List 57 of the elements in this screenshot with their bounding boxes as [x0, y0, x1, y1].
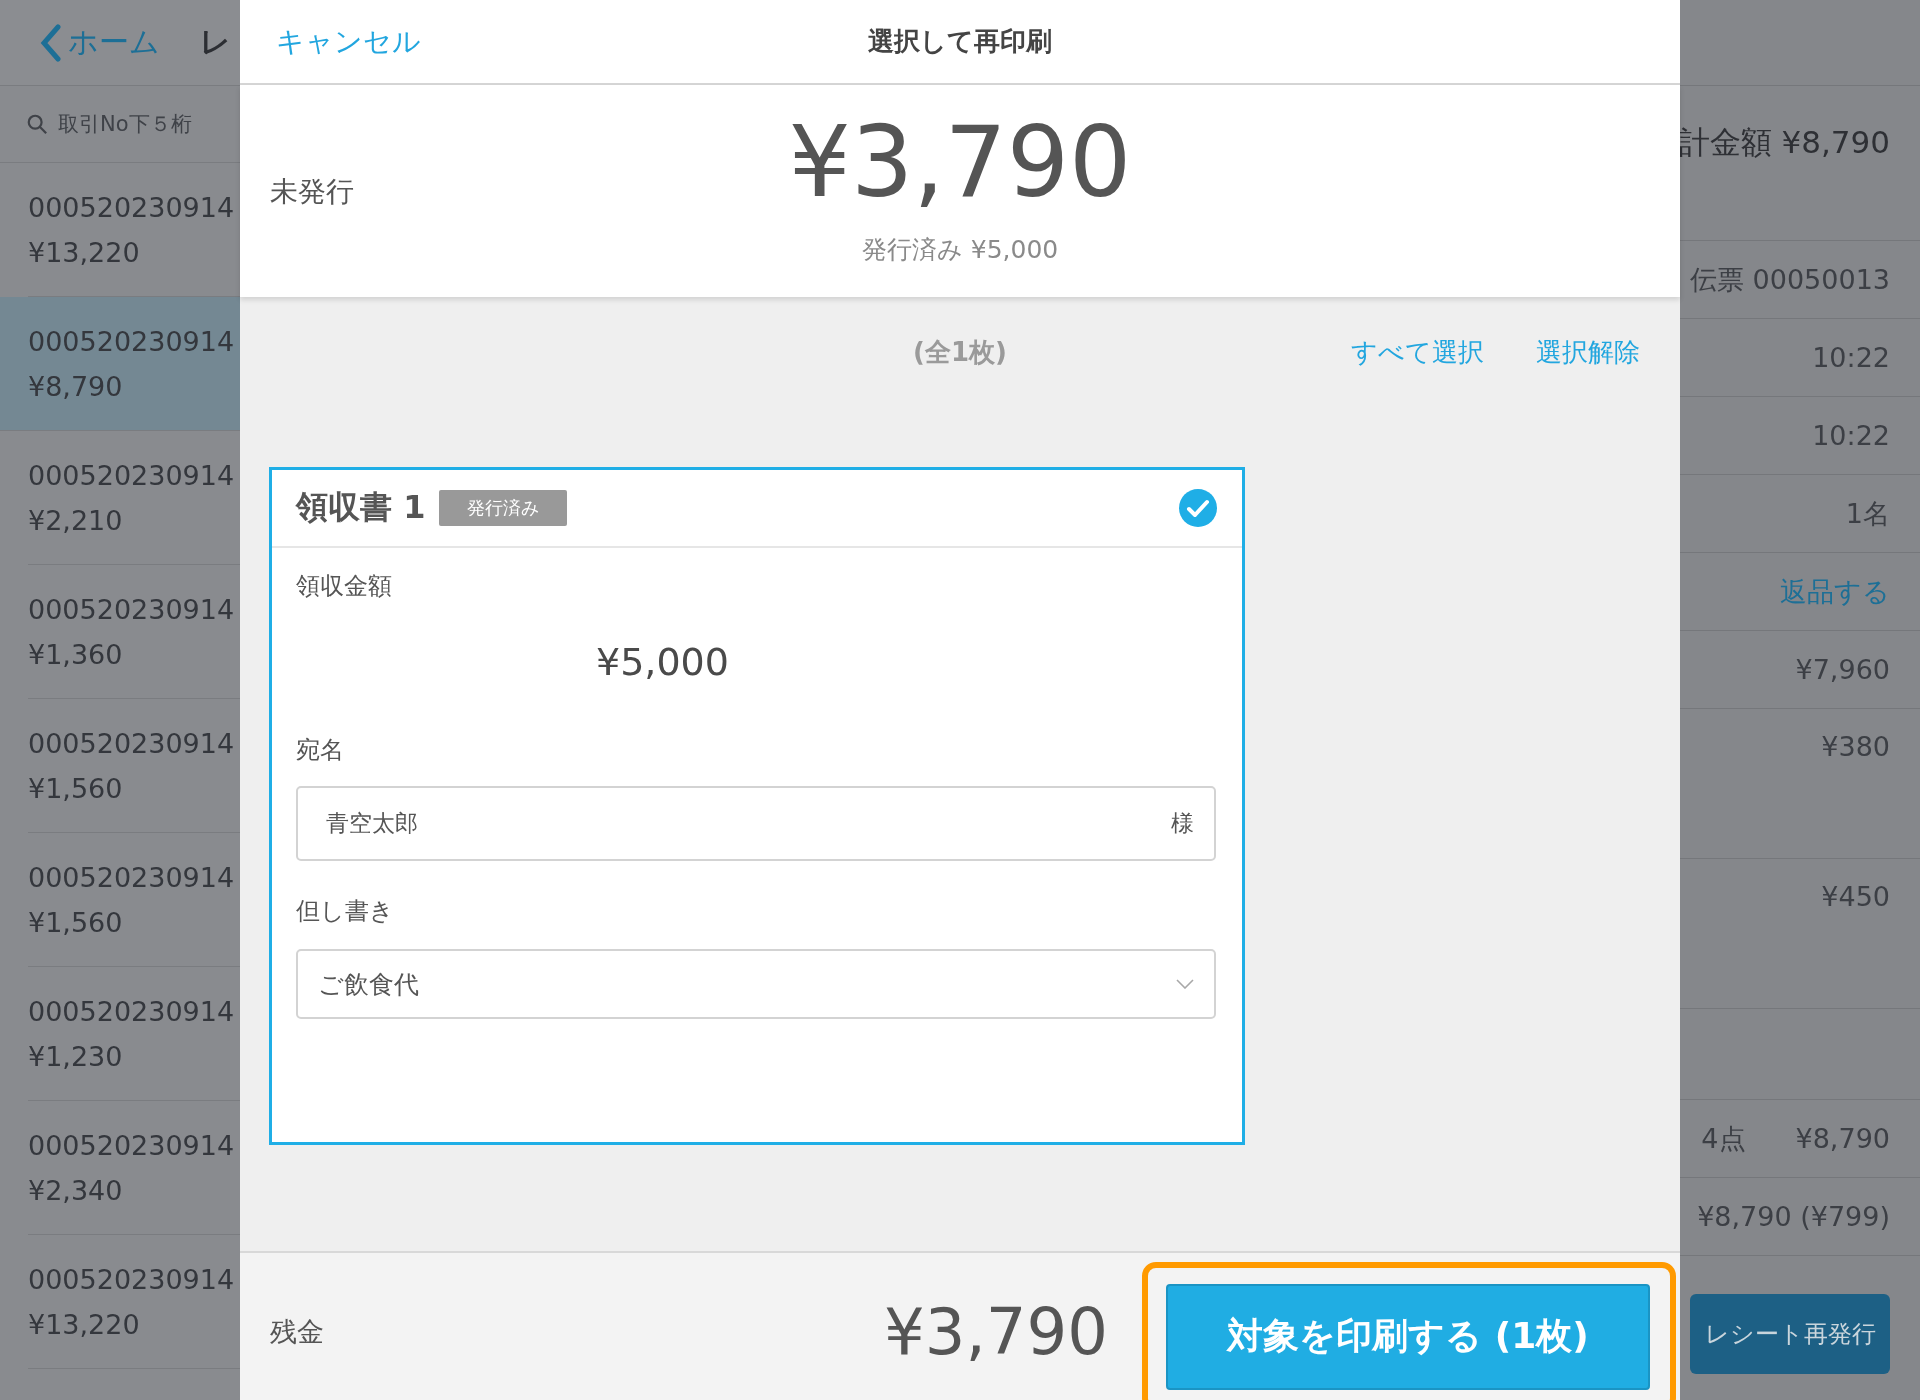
transaction-amount: ¥13,220	[28, 1308, 141, 1340]
transaction-number: 000520230914	[28, 191, 236, 223]
transaction-amount: ¥1,560	[28, 906, 124, 938]
transaction-number: 000520230914	[28, 325, 236, 357]
transaction-amount: ¥8,790	[28, 370, 124, 402]
search-field[interactable]: 取引No下５桁	[56, 111, 240, 137]
receipt-card[interactable]: 領収書 1 発行済み 領収金額 ¥5,000 宛名 青空太郎 様 但し書き ご飲食代	[269, 467, 1245, 1145]
detail-value: 10:22	[1812, 420, 1890, 451]
transaction-item[interactable]: 000520230914 ¥8,790	[0, 297, 240, 431]
transaction-number: 000520230914	[28, 1263, 236, 1295]
field-label: 宛名	[296, 735, 344, 766]
status-label: 未発行	[270, 174, 354, 210]
transaction-number: 000520230914	[28, 995, 236, 1027]
detail-value: 1名	[1845, 496, 1890, 531]
reissue-button[interactable]: レシート再発行	[1690, 1294, 1890, 1374]
balance-label: 残金	[270, 1314, 324, 1349]
chevron-left-icon	[40, 23, 62, 62]
receipt-count: (全1枚)	[913, 335, 1007, 369]
transaction-number: 000520230914	[28, 593, 236, 625]
search-icon	[26, 112, 48, 136]
transaction-amount: ¥1,560	[28, 772, 124, 804]
dialog-title: 選択して再印刷	[868, 25, 1052, 58]
unissued-amount: ¥3,790	[788, 113, 1132, 211]
field-label: 領収金額	[296, 571, 392, 602]
receipt-amount: ¥5,000	[596, 640, 729, 684]
print-button[interactable]: 対象を印刷する (1枚)	[1166, 1283, 1650, 1390]
transaction-number: 000520230914	[28, 1129, 236, 1161]
issued-amount: 発行済み ¥5,000	[861, 234, 1059, 266]
receipt-title: 領収書 1	[296, 487, 426, 528]
cancel-button[interactable]: キャンセル	[276, 22, 421, 61]
transaction-number: 000520230914	[28, 727, 236, 759]
deselect-link[interactable]: 選択解除	[1536, 334, 1640, 370]
transaction-amount: ¥2,210	[28, 504, 124, 536]
transaction-amount: ¥2,340	[28, 1174, 124, 1206]
detail-value: ¥7,960	[1795, 654, 1890, 685]
honorific-label: 様	[1171, 809, 1194, 838]
item-count: 4点	[1701, 1121, 1746, 1156]
detail-value: 10:22	[1812, 342, 1890, 373]
transaction-number: 000520230914	[28, 459, 236, 491]
detail-value: 伝票 00050013	[1690, 262, 1890, 297]
field-label: 但し書き	[296, 896, 394, 927]
issued-badge: 発行済み	[439, 490, 568, 526]
transaction-number: 000520230914	[28, 861, 236, 893]
note-dropdown[interactable]: ご飲食代	[296, 949, 1216, 1019]
item-price: ¥450	[1821, 881, 1890, 912]
transaction-amount: ¥1,360	[28, 638, 124, 670]
checkmark-icon[interactable]	[1178, 488, 1218, 528]
total-amount: 計金額 ¥8,790	[1678, 123, 1890, 162]
chevron-down-icon	[1176, 979, 1194, 989]
select-all-link[interactable]: すべて選択	[1351, 334, 1484, 370]
detail-value: ¥8,790	[1795, 1123, 1890, 1154]
transaction-amount: ¥13,220	[28, 236, 141, 268]
balance-amount: ¥3,790	[884, 1294, 1108, 1369]
page-title: レ	[200, 23, 231, 61]
detail-value: ¥8,790 (¥799)	[1697, 1201, 1890, 1232]
transaction-amount: ¥1,230	[28, 1040, 124, 1072]
item-price: ¥380	[1821, 731, 1890, 762]
